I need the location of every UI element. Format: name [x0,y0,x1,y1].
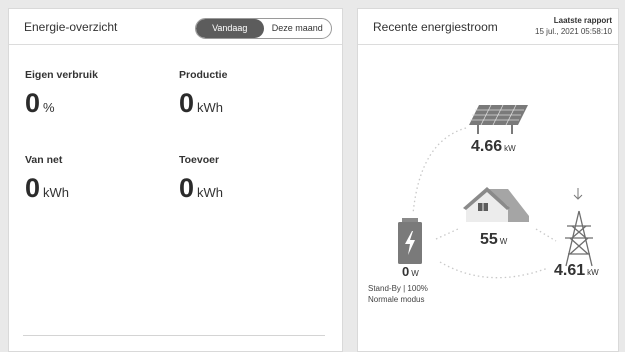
stat-toevoer-value: 0 [179,173,195,203]
stat-eigen-verbruik-value: 0 [25,88,41,118]
house-icon [463,187,529,222]
home-value: 55 [480,231,498,248]
battery-status: Stand-By | 100% [368,284,428,293]
battery-value: 0 [402,264,410,279]
power-tower-icon [565,210,593,267]
period-toggle: Vandaag Deze maand [195,18,332,39]
battery-mode: Normale modus [368,295,425,304]
stat-eigen-verbruik-label: Eigen verbruik [25,69,98,81]
toggle-today-button[interactable]: Vandaag [196,19,264,38]
flow-line-home-grid [535,228,557,242]
stat-eigen-verbruik: Eigen verbruik 0% [25,69,98,119]
grid-unit: kW [587,268,599,277]
energy-overview-title: Energie-overzicht [24,20,118,34]
flow-line-battery-home [435,228,459,240]
home-value-group: 55 W [480,231,507,249]
solar-panel-icon [469,104,528,134]
battery-icon [398,218,422,264]
flow-line-battery-grid [439,261,549,279]
battery-unit: W [411,269,419,278]
stat-productie-unit: kWh [197,100,224,115]
battery-value-group: 0W [402,263,419,281]
toggle-month-button[interactable]: Deze maand [264,19,332,38]
energy-flow-panel: Recente energiestroom Laatste rapport 15… [357,8,619,352]
energy-overview-header: Energie-overzicht Vandaag Deze maand [9,9,342,45]
stat-van-net: Van net 0 kWh [25,154,69,204]
stat-productie-label: Productie [179,69,228,81]
solar-unit: kW [504,144,516,153]
energy-overview-panel: Energie-overzicht Vandaag Deze maand Eig… [8,8,343,352]
stat-van-net-value: 0 [25,173,41,203]
grid-value-group: 4.61 kW [554,262,599,280]
stat-eigen-verbruik-unit: % [43,100,55,115]
solar-value-group: 4.66 kW [471,138,516,156]
divider [23,335,325,336]
home-unit: W [499,237,508,246]
solar-value: 4.66 [471,138,503,155]
last-report-time: 15 jul., 2021 05:58:10 [535,27,612,36]
last-report: Laatste rapport 15 jul., 2021 05:58:10 [535,16,612,36]
arrow-down-icon [573,188,583,200]
stat-toevoer-label: Toevoer [179,154,220,166]
stat-productie-value: 0 [179,88,195,118]
last-report-label: Laatste rapport [553,16,612,25]
stat-van-net-unit: kWh [43,185,70,200]
battery-status-group: Stand-By | 100% Normale modus [368,283,428,305]
stat-toevoer: Toevoer 0 kWh [179,154,223,204]
stat-toevoer-unit: kWh [197,185,224,200]
stat-productie: Productie 0 kWh [179,69,227,119]
flow-line-solar-battery [412,127,467,215]
energy-flow-header: Recente energiestroom Laatste rapport 15… [358,9,618,45]
stat-van-net-label: Van net [25,154,63,166]
energy-flow-title: Recente energiestroom [373,20,498,34]
grid-value: 4.61 [554,262,586,279]
